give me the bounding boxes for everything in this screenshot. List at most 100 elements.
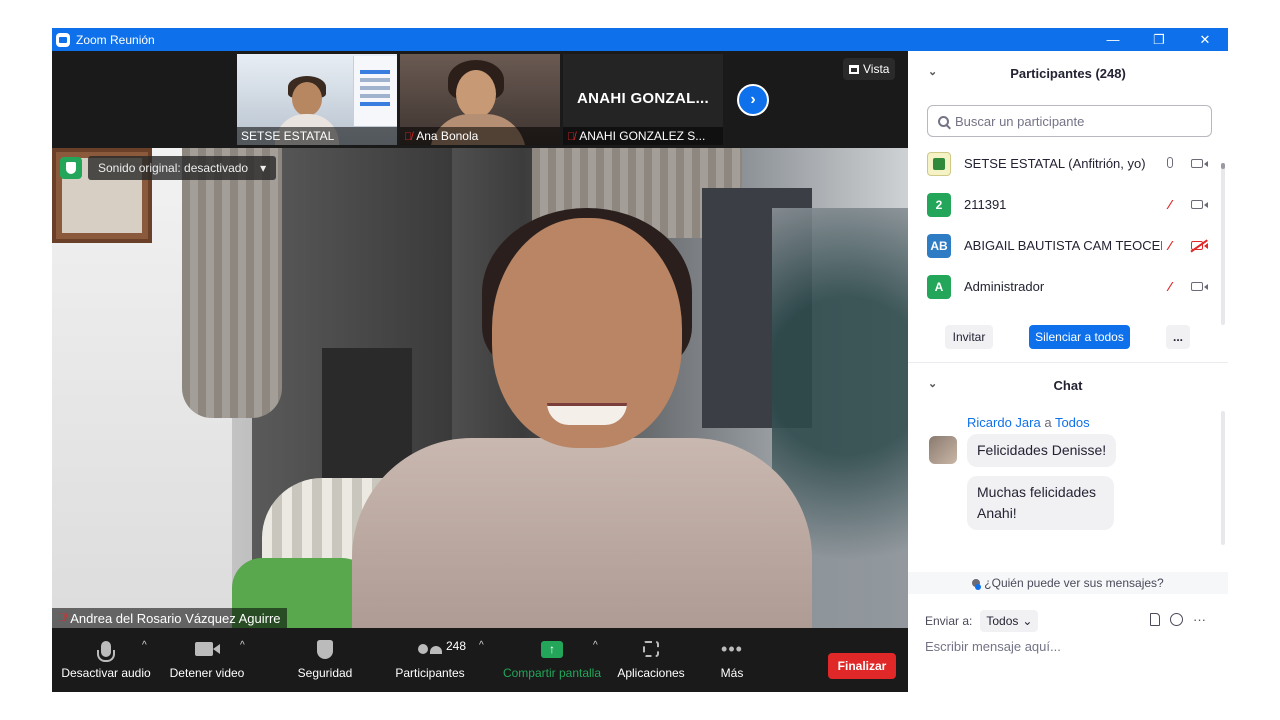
participant-row[interactable]: SETSE ESTATAL (Anfitrión, yo) <box>908 143 1228 184</box>
title-bar: Zoom Reunión — ❐ ✕ <box>52 28 1228 51</box>
share-screen-icon: ↑ <box>541 640 563 658</box>
send-to-row: Enviar a: Todos ⌄ <box>925 610 1039 632</box>
invite-button[interactable]: Invitar <box>945 325 993 349</box>
mute-audio-button[interactable]: Desactivar audio <box>61 636 151 688</box>
participant-actions: Invitar Silenciar a todos ... <box>908 325 1228 351</box>
video-area: SETSE ESTATAL 🎙̸ Ana Bonola ANAHI GONZAL.… <box>52 51 908 628</box>
chat-message[interactable]: Felicidades Denisse! <box>967 434 1117 467</box>
camera-icon <box>195 642 220 656</box>
who-can-see-messages-link[interactable]: ¿Quién puede ver sus mensajes? <box>908 572 1228 594</box>
video-curtain-left <box>182 148 282 418</box>
chat-message[interactable]: Muchas felicidades Anahi! <box>967 476 1114 530</box>
next-page-arrow-icon[interactable]: › <box>737 84 769 116</box>
side-panel: ⌄ Participantes (248) Buscar un particip… <box>908 51 1228 692</box>
view-button[interactable]: Vista <box>843 58 896 80</box>
apps-button[interactable]: Aplicaciones <box>616 636 686 688</box>
participants-more-button[interactable]: ... <box>1166 325 1190 349</box>
close-button[interactable]: ✕ <box>1182 28 1228 51</box>
thumbnail-setse-estatal[interactable]: SETSE ESTATAL <box>237 54 397 145</box>
camera-off-icon[interactable] <box>1191 241 1208 250</box>
chevron-down-icon: ▾ <box>260 161 267 175</box>
collapse-chevron-icon[interactable]: ⌄ <box>928 377 937 390</box>
chat-message-input[interactable]: Escribir mensaje aquí... <box>925 639 1061 654</box>
thumbnail-strip: SETSE ESTATAL 🎙̸ Ana Bonola ANAHI GONZAL.… <box>52 51 908 148</box>
participant-search-input[interactable]: Buscar un participante <box>927 105 1212 137</box>
collapse-chevron-icon[interactable]: ⌄ <box>928 65 937 78</box>
thumbnail-name: Ana Bonola <box>416 129 479 143</box>
participant-row[interactable]: 2 211391 ⁄ <box>908 184 1228 225</box>
restore-button[interactable]: ❐ <box>1136 28 1182 51</box>
thumbnail-ana-bonola[interactable]: 🎙̸ Ana Bonola <box>400 54 560 145</box>
mute-all-button[interactable]: Silenciar a todos <box>1029 325 1130 349</box>
mic-muted-icon: 🎙̸ <box>404 131 413 143</box>
mic-muted-icon[interactable]: ⁄ <box>1169 279 1171 294</box>
more-dots-icon: ••• <box>721 638 743 659</box>
video-options-caret[interactable]: ^ <box>240 640 245 651</box>
share-screen-button[interactable]: ↑ Compartir pantalla <box>502 636 602 688</box>
thumbnail-anahi-gonzalez[interactable]: ANAHI GONZAL... 🎙̸ ANAHI GONZALEZ S... <box>563 54 723 145</box>
audio-options-caret[interactable]: ^ <box>142 640 147 651</box>
file-icon[interactable] <box>1150 613 1160 626</box>
participant-name: ABIGAIL BAUTISTA CAM TEOCELO <box>964 238 1162 253</box>
view-label: Vista <box>863 62 890 76</box>
grid-view-icon <box>849 64 859 74</box>
chat-sender-avatar <box>929 436 957 464</box>
participant-name: 211391 <box>964 197 1007 212</box>
participant-list-scrollbar[interactable] <box>1221 163 1225 325</box>
encryption-shield-icon[interactable] <box>60 157 82 179</box>
original-sound-toggle[interactable]: Sonido original: desactivado ▾ <box>88 156 277 180</box>
security-button[interactable]: Seguridad <box>296 636 354 688</box>
recipient-value: Todos <box>986 614 1019 628</box>
speaker-smile <box>547 403 627 425</box>
who-can-see-label: ¿Quién puede ver sus mensajes? <box>984 576 1164 590</box>
participants-options-caret[interactable]: ^ <box>479 640 484 651</box>
stop-video-button[interactable]: Detener video <box>170 636 244 688</box>
chat-sender-name[interactable]: Ricardo Jara <box>967 415 1041 430</box>
camera-icon[interactable] <box>1191 282 1208 291</box>
participant-avatar <box>927 151 951 176</box>
participant-row[interactable]: AB ABIGAIL BAUTISTA CAM TEOCELO ⁄ <box>908 225 1228 266</box>
microphone-icon[interactable] <box>1167 157 1173 168</box>
camera-icon[interactable] <box>1191 200 1208 209</box>
send-to-label: Enviar a: <box>925 614 973 628</box>
participant-name: Administrador <box>964 279 1045 294</box>
participant-row[interactable]: A Administrador ⁄ <box>908 266 1228 307</box>
thumbnail-display-name: ANAHI GONZAL... <box>577 90 709 107</box>
mic-muted-icon: 🎙̸ <box>58 612 67 624</box>
chat-scrollbar[interactable] <box>1221 411 1225 545</box>
minimize-button[interactable]: — <box>1090 28 1136 51</box>
mute-audio-label: Desactivar audio <box>61 666 151 680</box>
participant-name: SETSE ESTATAL (Anfitrión, yo) <box>964 156 1146 171</box>
zoom-logo-icon <box>56 32 70 47</box>
chat-header: ⌄ Chat <box>908 363 1228 407</box>
compose-tools: ··· <box>1150 612 1206 627</box>
participant-count: 248 <box>446 639 467 653</box>
chat-messages: Ricardo Jara a Todos Felicidades Denisse… <box>908 407 1228 567</box>
apps-icon <box>643 641 659 657</box>
more-button[interactable]: ••• Más <box>716 636 748 688</box>
share-options-caret[interactable]: ^ <box>593 640 598 651</box>
participant-list: SETSE ESTATAL (Anfitrión, yo) 2 211391 ⁄… <box>908 143 1228 307</box>
participants-title: Participantes (248) <box>1010 65 1126 81</box>
active-speaker-video[interactable]: Sonido original: desactivado ▾ 🎙̸ Andrea… <box>52 148 908 628</box>
speaker-name: Andrea del Rosario Vázquez Aguirre <box>70 610 281 626</box>
participants-icon <box>418 644 442 654</box>
camera-icon[interactable] <box>1191 159 1208 168</box>
chat-sender-line: Ricardo Jara a Todos <box>967 415 1090 430</box>
end-meeting-button[interactable]: Finalizar <box>828 653 896 679</box>
participants-header: ⌄ Participantes (248) <box>908 51 1228 95</box>
more-dots-icon[interactable]: ··· <box>1193 612 1206 627</box>
recipient-select[interactable]: Todos ⌄ <box>980 610 1039 632</box>
thumbnail-label: 🎙̸ ANAHI GONZALEZ S... <box>563 127 723 145</box>
zoom-window: Zoom Reunión — ❐ ✕ SETSE ESTATAL 🎙̸ Ana B… <box>52 28 1228 692</box>
participant-avatar: A <box>927 274 951 299</box>
emoji-icon[interactable] <box>1170 613 1183 626</box>
search-icon <box>938 115 949 127</box>
participants-label: Participantes <box>395 666 465 680</box>
speaker-body <box>352 438 812 628</box>
chevron-down-icon: ⌄ <box>1022 614 1033 628</box>
apps-label: Aplicaciones <box>617 666 685 680</box>
mic-muted-icon[interactable]: ⁄ <box>1169 197 1171 212</box>
mic-muted-icon[interactable]: ⁄ <box>1169 238 1171 253</box>
meeting-toolbar: Desactivar audio ^ Detener video ^ Segur… <box>52 628 908 692</box>
